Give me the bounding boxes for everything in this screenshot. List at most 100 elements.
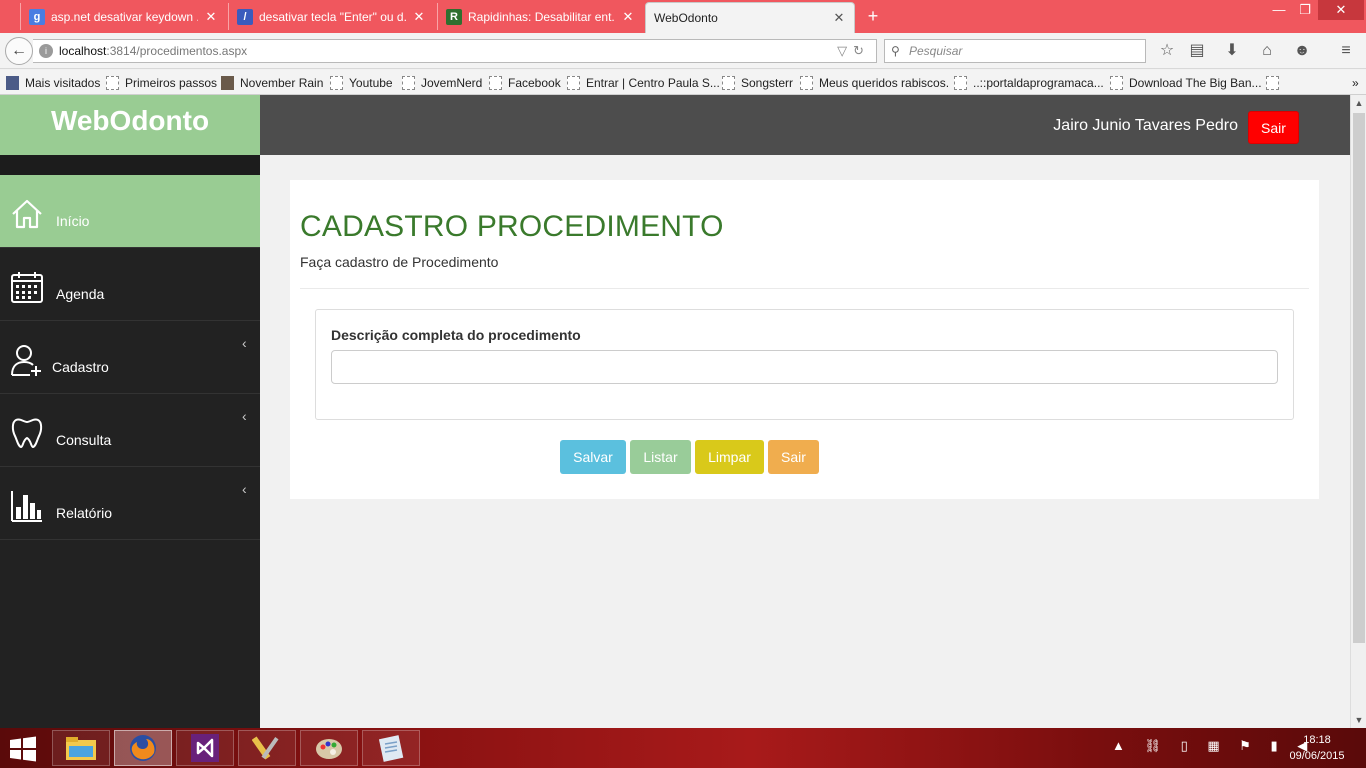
tab-close-icon[interactable]: ✕ (621, 9, 635, 25)
top-header: Jairo Junio Tavares Pedro Sair (260, 95, 1350, 155)
sidebar-item-label: Início (56, 213, 90, 229)
scrollbar-thumb[interactable] (1353, 113, 1365, 643)
site-favicon-icon: / (237, 8, 253, 25)
clock-time: 18:18 (1303, 734, 1331, 746)
clear-button[interactable]: Limpar (695, 440, 764, 474)
bookmark-item[interactable]: ..::portaldaprogramaca... (954, 75, 1104, 91)
reload-icon[interactable]: ▽↻ (837, 40, 870, 62)
windows-start-icon[interactable] (8, 736, 38, 762)
user-name: Jairo Junio Tavares Pedro (1053, 117, 1238, 134)
page-icon (954, 76, 967, 90)
menu-icon[interactable]: ≡ (1336, 42, 1356, 62)
sidebar-item-cadastro[interactable]: Cadastro ‹ (0, 321, 260, 394)
page-icon (106, 76, 119, 90)
url-host: localhost (59, 44, 107, 58)
page-subtitle: Faça cadastro de Procedimento (300, 254, 499, 270)
sidebar-item-consulta[interactable]: Consulta ‹ (0, 394, 260, 467)
minimize-icon[interactable]: — (1266, 0, 1292, 20)
sidebar-item-agenda[interactable]: Agenda (0, 248, 260, 321)
content-panel: CADASTRO PROCEDIMENTO Faça cadastro de P… (290, 180, 1319, 499)
bookmark-item[interactable]: Download The Big Ban... (1110, 75, 1262, 91)
add-user-icon (11, 345, 41, 376)
browser-search-input[interactable]: ⚲ Pesquisar (884, 39, 1146, 63)
tab-close-icon[interactable]: ✕ (204, 9, 218, 25)
back-arrow-icon[interactable]: ← (5, 37, 33, 65)
clock[interactable]: 18:18 09/06/2015 (1282, 732, 1352, 764)
home-icon (12, 199, 42, 229)
tab-close-icon[interactable]: ✕ (832, 10, 846, 26)
tools-icon[interactable] (238, 730, 296, 766)
bookmark-item[interactable]: Youtube (330, 75, 393, 91)
paint-icon[interactable] (300, 730, 358, 766)
page-icon (1110, 76, 1123, 90)
bookmark-item[interactable]: JovemNerd (402, 75, 482, 91)
window-close-icon[interactable]: ✕ (1318, 0, 1364, 20)
globe-icon: i (39, 44, 53, 58)
google-favicon-icon: g (29, 8, 45, 25)
bookmark-item[interactable]: Meus queridos rabiscos. (800, 75, 949, 91)
bookmark-item[interactable]: Entrar | Centro Paula S... (567, 75, 720, 91)
bookmark-star-icon[interactable]: ☆ (1157, 42, 1177, 62)
page-icon (330, 76, 343, 90)
visual-studio-icon[interactable] (176, 730, 234, 766)
tab-title: Rapidinhas: Desabilitar ent... (468, 9, 615, 24)
page-icon (567, 76, 580, 90)
notepad-icon[interactable] (362, 730, 420, 766)
tooth-icon (11, 418, 43, 449)
browser-tab-3[interactable]: R Rapidinhas: Desabilitar ent... ✕ (437, 3, 643, 30)
page-icon (722, 76, 735, 90)
bookmark-item[interactable]: Mais visitados (6, 75, 100, 91)
maximize-icon[interactable]: ❐ (1292, 0, 1318, 20)
reading-list-icon[interactable]: ▤ (1187, 42, 1207, 62)
bookmarks-folder-icon (6, 76, 19, 90)
page-scrollbar[interactable]: ▲ ▼ (1350, 95, 1366, 728)
sidebar-item-inicio[interactable]: Início (0, 175, 260, 248)
sidebar-item-label: Agenda (56, 286, 105, 302)
bar-chart-icon (11, 491, 42, 522)
divider (300, 288, 1309, 289)
description-input[interactable] (331, 350, 1278, 384)
form-panel: Descrição completa do procedimento (315, 309, 1294, 420)
chat-icon[interactable]: ☻ (1292, 42, 1312, 62)
sidebar-spacer (0, 155, 260, 175)
sidebar-item-relatorio[interactable]: Relatório ‹ (0, 467, 260, 540)
scroll-up-icon[interactable]: ▲ (1351, 95, 1366, 111)
tab-close-icon[interactable]: ✕ (412, 9, 426, 25)
file-explorer-icon[interactable] (52, 730, 110, 766)
chevron-left-icon: ‹ (242, 481, 247, 497)
save-button[interactable]: Salvar (560, 440, 626, 474)
brand-logo[interactable]: WebOdonto (0, 95, 260, 155)
firefox-icon[interactable] (114, 730, 172, 766)
scroll-down-icon[interactable]: ▼ (1351, 712, 1366, 728)
bookmark-item[interactable]: Songsterr (722, 75, 793, 91)
exit-button[interactable]: Sair (768, 440, 819, 474)
search-icon: ⚲ (891, 44, 900, 58)
bookmark-item[interactable] (1266, 75, 1285, 91)
bookmark-item[interactable]: Facebook (489, 75, 561, 91)
downloads-icon[interactable]: ⬇ (1222, 42, 1242, 62)
clock-date: 09/06/2015 (1289, 750, 1345, 762)
url-bar[interactable]: i localhost:3814/procedimentos.aspx ▽↻ (33, 39, 877, 63)
browser-tab-2[interactable]: / desativar tecla "Enter" ou d... ✕ (228, 3, 434, 30)
bookmark-item[interactable]: Primeiros passos (106, 75, 217, 91)
logout-button[interactable]: Sair (1248, 111, 1299, 144)
bookmark-item[interactable]: November Rain (221, 75, 323, 91)
sidebar-item-label: Cadastro (52, 359, 109, 375)
page-title: CADASTRO PROCEDIMENTO (300, 210, 724, 243)
page-icon (221, 76, 234, 90)
chevron-left-icon: ‹ (242, 408, 247, 424)
search-placeholder: Pesquisar (909, 44, 963, 58)
tab-title: desativar tecla "Enter" ou d... (259, 9, 406, 24)
browser-tab-active[interactable]: WebOdonto ✕ (645, 2, 855, 33)
browser-tab-1[interactable]: g asp.net desativar keydown ... ✕ (20, 3, 226, 30)
home-button-icon[interactable]: ⌂ (1257, 42, 1277, 62)
new-tab-button[interactable]: + (862, 6, 884, 28)
web-page: WebOdonto Início Agenda Cadastro ‹ Consu… (0, 95, 1350, 728)
tab-title: WebOdonto (654, 11, 718, 25)
calendar-icon (11, 272, 43, 303)
url-path: :3814/procedimentos.aspx (106, 44, 248, 58)
bookmarks-overflow-icon[interactable]: » (1352, 75, 1359, 91)
site-favicon-icon: R (446, 8, 462, 25)
list-button[interactable]: Listar (630, 440, 691, 474)
chevron-left-icon: ‹ (242, 335, 247, 351)
